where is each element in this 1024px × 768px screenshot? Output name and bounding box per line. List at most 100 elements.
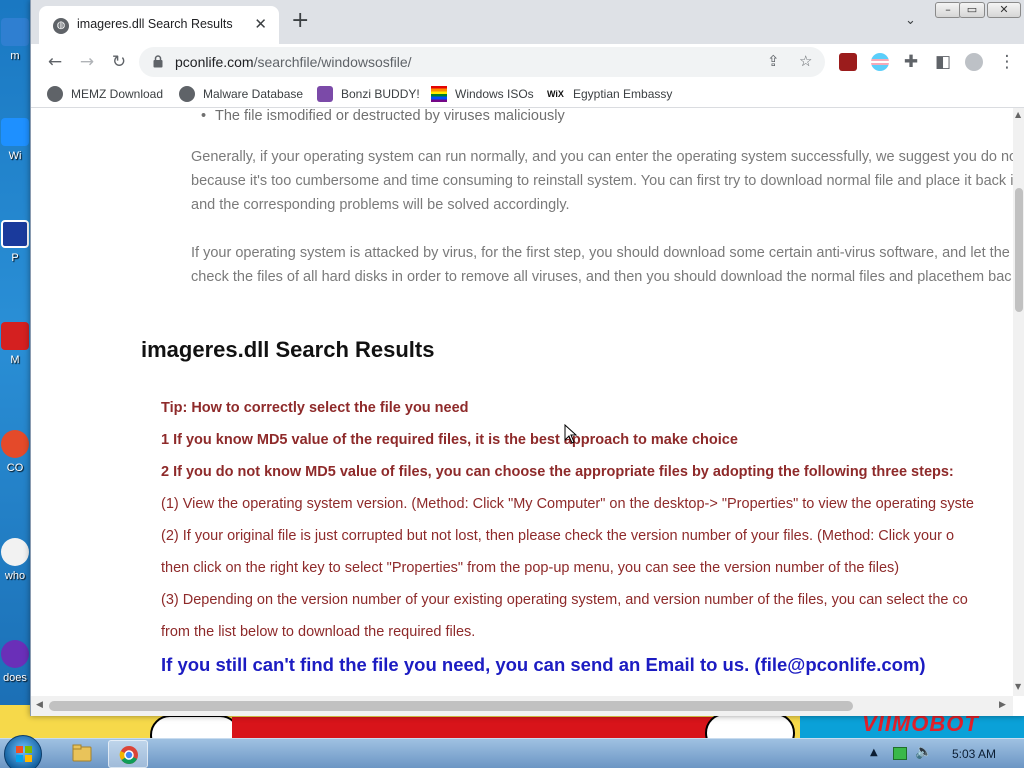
tab-strip: ◍ imageres.dll Search Results ✕ + ⌄ – ▭ …	[31, 0, 1024, 44]
tab-title: imageres.dll Search Results	[77, 17, 233, 31]
step-text: (3) Depending on the version number of y…	[161, 592, 968, 608]
wix-icon: WiX	[547, 89, 564, 99]
results-heading: imageres.dll Search Results	[141, 337, 435, 362]
forward-icon[interactable]: →	[75, 50, 99, 74]
tip-title: Tip: How to correctly select the file yo…	[161, 400, 469, 416]
paragraph-line: Generally, if your operating system can …	[191, 149, 1013, 165]
paragraph-line: check the files of all hard disks in ord…	[191, 269, 1012, 285]
taskbar-chrome-button[interactable]	[108, 740, 148, 768]
side-panel-icon[interactable]: ◧	[931, 50, 955, 74]
scroll-thumb[interactable]	[1015, 188, 1023, 312]
app-icon	[1, 118, 29, 146]
clock[interactable]: 5:03 AM	[952, 747, 996, 761]
scroll-up-icon[interactable]: ▲	[1015, 110, 1021, 119]
step-text: then click on the right key to select "P…	[161, 560, 900, 576]
folder-icon	[72, 744, 92, 762]
windows-logo-icon	[16, 746, 32, 762]
step-text: (1) View the operating system version. (…	[161, 496, 974, 512]
desktop-icon-label: CO	[6, 462, 24, 474]
desktop-icon-6[interactable]: who	[0, 538, 30, 582]
horizontal-scrollbar[interactable]: ◀ ▶	[31, 696, 1013, 716]
desktop-icon-label: M	[10, 354, 20, 366]
url-text: pconlife.com/searchfile/windowsosfile/	[175, 54, 412, 70]
extensions-puzzle-icon[interactable]: ✚	[899, 50, 923, 74]
globe-icon: ◍	[53, 18, 69, 34]
wallpaper-shape	[150, 715, 240, 738]
globe-icon	[47, 86, 63, 102]
bookmark-label: Egyptian Embassy	[573, 87, 673, 101]
volume-icon[interactable]: 🔈	[915, 744, 932, 760]
desktop-icon-2[interactable]: Wi	[0, 118, 30, 162]
tab-active[interactable]: ◍ imageres.dll Search Results ✕	[39, 6, 279, 44]
page-content: The file ismodified or destructed by vir…	[31, 108, 1013, 696]
paragraph-line: because it's too cumbersome and time con…	[191, 173, 1013, 189]
scroll-down-icon[interactable]: ▼	[1015, 682, 1021, 691]
share-icon[interactable]: ⇪	[767, 52, 780, 70]
desktop-icon-label: m	[10, 50, 20, 62]
step-text: from the list below to download the requ…	[161, 624, 476, 640]
globe-icon	[179, 86, 195, 102]
taskbar: ▲ 🔈 5:03 AM	[0, 735, 1024, 768]
bookmark-label: Malware Database	[203, 87, 304, 101]
network-icon[interactable]	[893, 747, 907, 760]
address-bar[interactable]: pconlife.com/searchfile/windowsosfile/ ⇪…	[139, 47, 825, 77]
menu-kebab-icon[interactable]: ⋮	[995, 50, 1019, 74]
reload-icon[interactable]: ↻	[107, 50, 131, 74]
bonzi-icon	[317, 86, 333, 102]
vertical-scrollbar[interactable]: ▲ ▼	[1013, 108, 1024, 696]
restore-button[interactable]: ▭	[959, 2, 985, 18]
desktop-icon-3[interactable]: P	[0, 220, 30, 264]
taskbar-explorer-button[interactable]	[62, 740, 102, 768]
toolbar: ← → ↻ pconlife.com/searchfile/windowsosf…	[31, 44, 1024, 80]
bookmark-malware-database[interactable]: Malware Database	[179, 85, 303, 103]
step-text: (2) If your original file is just corrup…	[161, 528, 955, 544]
scroll-left-icon[interactable]: ◀	[36, 700, 43, 710]
app-icon	[1, 322, 29, 350]
bookmark-bonzi-buddy[interactable]: Bonzi BUDDY!	[317, 85, 420, 103]
paragraph-line: If your operating system is attacked by …	[191, 245, 1010, 261]
chrome-icon	[119, 746, 138, 764]
url-host: pconlife.com	[175, 54, 254, 70]
mouse-cursor-icon	[564, 424, 578, 444]
bookmark-label: MEMZ Download	[71, 87, 164, 101]
wallpaper-shape	[232, 717, 772, 738]
bookmark-egyptian-embassy[interactable]: WiX Egyptian Embassy	[547, 85, 672, 103]
start-button[interactable]	[4, 735, 42, 768]
profile-avatar-icon[interactable]	[965, 53, 983, 71]
desktop-icon-4[interactable]: M	[0, 322, 30, 366]
close-window-button[interactable]: ✕	[987, 2, 1021, 18]
app-icon	[1, 430, 29, 458]
bookmark-star-icon[interactable]: ☆	[799, 52, 812, 70]
desktop-icon-1[interactable]: m	[0, 18, 30, 62]
bookmark-label: Bonzi BUDDY!	[341, 87, 420, 101]
browser-window: ◍ imageres.dll Search Results ✕ + ⌄ – ▭ …	[30, 0, 1024, 716]
paragraph-line: and the corresponding problems will be s…	[191, 197, 570, 213]
bookmark-memz[interactable]: MEMZ Download	[47, 85, 163, 103]
minimize-button[interactable]: –	[935, 2, 961, 18]
lock-icon	[153, 55, 163, 68]
wallpaper-shape	[705, 713, 795, 738]
app-icon	[1, 640, 29, 668]
back-icon[interactable]: ←	[43, 50, 67, 74]
list-item: The file ismodified or destructed by vir…	[201, 108, 565, 124]
scroll-thumb[interactable]	[49, 701, 853, 711]
desktop-icon-5[interactable]: CO	[0, 430, 30, 474]
app-icon	[1, 538, 29, 566]
desktop-icon-label: who	[4, 570, 26, 582]
email-contact-link[interactable]: If you still can't find the file you nee…	[161, 654, 926, 676]
ublock-extension-icon[interactable]	[839, 53, 857, 71]
desktop-icon-label: P	[11, 252, 19, 264]
bookmark-windows-isos[interactable]: Windows ISOs	[431, 85, 534, 103]
url-path: /searchfile/windowsosfile/	[253, 54, 412, 70]
tray-expand-icon[interactable]: ▲	[870, 747, 878, 758]
scroll-right-icon[interactable]: ▶	[999, 700, 1006, 710]
bookmark-label: Windows ISOs	[455, 87, 534, 101]
desktop-icon-7[interactable]: does	[0, 640, 30, 684]
rainbow-flag-icon	[431, 86, 447, 102]
app-icon	[1, 220, 29, 248]
tab-close-icon[interactable]: ✕	[254, 15, 267, 33]
new-tab-button[interactable]: +	[291, 10, 309, 32]
tab-search-icon[interactable]: ⌄	[905, 13, 916, 28]
bookmarks-bar: MEMZ Download Malware Database Bonzi BUD…	[31, 80, 1024, 108]
flag-extension-icon[interactable]	[871, 53, 889, 71]
